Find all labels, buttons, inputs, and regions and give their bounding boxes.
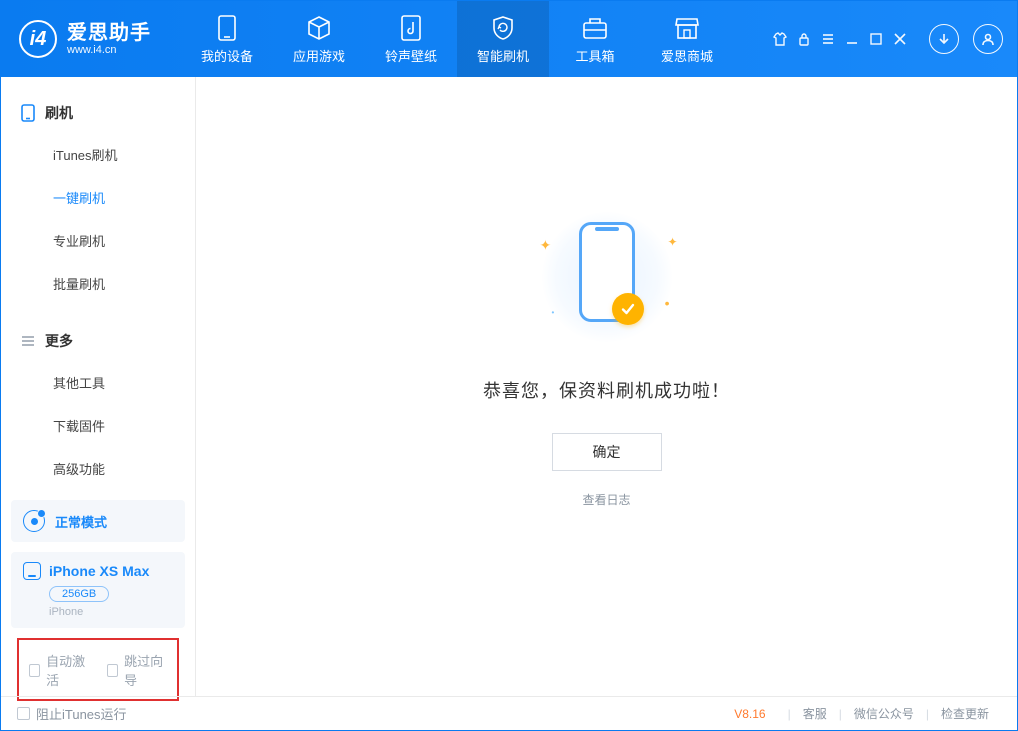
checkbox-auto-activate[interactable]: 自动激活 [29,651,89,689]
tab-toolbox[interactable]: 工具箱 [549,1,641,77]
logo-text: 爱思助手 www.i4.cn [67,22,151,56]
view-log-link[interactable]: 查看日志 [582,491,630,508]
tab-my-device[interactable]: 我的设备 [181,1,273,77]
device-row: iPhone XS Max [23,562,173,580]
checkbox-icon [29,664,40,677]
version-label: V8.16 [734,707,765,721]
tab-apps-games[interactable]: 应用游戏 [273,1,365,77]
brand-url: www.i4.cn [67,44,151,56]
checkbox-icon [17,707,30,720]
tab-label: 爱思商城 [661,46,713,65]
checkbox-label: 自动激活 [46,651,89,689]
success-check-icon [612,293,644,325]
success-message: 恭喜您，保资料刷机成功啦！ [483,377,730,403]
footer: 阻止iTunes运行 V8.16 | 客服 | 微信公众号 | 检查更新 [1,696,1017,730]
phone-icon [213,14,241,42]
mode-box[interactable]: 正常模式 [11,500,185,542]
section-title: 更多 [45,331,73,351]
top-tabs: 我的设备 应用游戏 铃声壁纸 智能刷机 工具箱 爱思商城 [181,1,733,77]
checkbox-block-itunes[interactable]: 阻止iTunes运行 [17,704,127,723]
tab-smart-flash[interactable]: 智能刷机 [457,1,549,77]
tshirt-icon[interactable] [773,32,787,46]
mode-icon [23,510,45,532]
lock-icon[interactable] [797,32,811,46]
sidebar-item-download-firmware[interactable]: 下载固件 [1,404,195,447]
storage-badge: 256GB [49,586,109,602]
footer-link-wechat[interactable]: 微信公众号 [842,705,926,722]
app-window: i4 爱思助手 www.i4.cn 我的设备 应用游戏 铃声壁纸 智能刷机 [0,0,1018,731]
nav-section-flash: 刷机 iTunes刷机 一键刷机 专业刷机 批量刷机 [1,77,195,305]
footer-link-update[interactable]: 检查更新 [929,705,1001,722]
sidebar: 刷机 iTunes刷机 一键刷机 专业刷机 批量刷机 更多 其他工具 下载固件 … [1,77,196,696]
checkbox-skip-guide[interactable]: 跳过向导 [107,651,167,689]
brand-name: 爱思助手 [67,22,151,44]
menu-icon[interactable] [821,32,835,46]
sparkle-icon: • [665,295,670,311]
maximize-icon[interactable] [869,32,883,46]
refresh-shield-icon [489,14,517,42]
checkbox-label: 阻止iTunes运行 [36,704,127,723]
toolbox-icon [581,14,609,42]
logo-icon: i4 [19,20,57,58]
list-icon [21,334,35,348]
device-name: iPhone XS Max [49,563,149,579]
sidebar-item-pro-flash[interactable]: 专业刷机 [1,219,195,262]
tab-label: 铃声壁纸 [385,46,437,65]
download-icon[interactable] [929,24,959,54]
sidebar-item-oneclick-flash[interactable]: 一键刷机 [1,176,195,219]
music-file-icon [397,14,425,42]
titlebar-right [773,24,1003,54]
footer-right: V8.16 | 客服 | 微信公众号 | 检查更新 [734,705,1001,722]
tab-store[interactable]: 爱思商城 [641,1,733,77]
phone-small-icon [21,104,35,122]
cube-icon [305,14,333,42]
logo[interactable]: i4 爱思助手 www.i4.cn [19,20,151,58]
footer-link-service[interactable]: 客服 [791,705,839,722]
titlebar: i4 爱思助手 www.i4.cn 我的设备 应用游戏 铃声壁纸 智能刷机 [1,1,1017,77]
section-header-flash: 刷机 [1,93,195,133]
sidebar-item-itunes-flash[interactable]: iTunes刷机 [1,133,195,176]
sparkle-icon: ✦ [667,235,677,249]
tab-label: 应用游戏 [293,46,345,65]
device-box[interactable]: iPhone XS Max 256GB iPhone [11,552,185,628]
user-icon[interactable] [973,24,1003,54]
tab-label: 我的设备 [201,46,253,65]
device-type: iPhone [49,606,173,618]
mode-label: 正常模式 [55,512,107,531]
tab-label: 智能刷机 [477,46,529,65]
body: 刷机 iTunes刷机 一键刷机 专业刷机 批量刷机 更多 其他工具 下载固件 … [1,77,1017,696]
tab-ringtones[interactable]: 铃声壁纸 [365,1,457,77]
sidebar-item-other-tools[interactable]: 其他工具 [1,361,195,404]
window-controls-extra [773,32,907,46]
section-title: 刷机 [45,103,73,123]
sidebar-item-advanced[interactable]: 高级功能 [1,447,195,490]
tab-label: 工具箱 [575,46,614,65]
device-icon [23,562,41,580]
sidebar-bottom: 正常模式 iPhone XS Max 256GB iPhone 自动激活 [1,490,195,709]
sidebar-item-batch-flash[interactable]: 批量刷机 [1,262,195,305]
store-icon [673,14,701,42]
section-header-more: 更多 [1,321,195,361]
sparkle-icon: • [552,308,555,317]
close-icon[interactable] [893,32,907,46]
nav-section-more: 更多 其他工具 下载固件 高级功能 [1,305,195,490]
sparkle-icon: ✦ [540,237,552,254]
minimize-icon[interactable] [845,32,859,46]
checkbox-label: 跳过向导 [124,651,167,689]
checkbox-icon [107,664,118,677]
success-illustration: ✦ ✦ • • [522,207,692,347]
main-content: ✦ ✦ • • 恭喜您，保资料刷机成功啦！ 确定 查看日志 [196,77,1017,696]
ok-button[interactable]: 确定 [552,433,662,471]
bottom-options: 自动激活 跳过向导 [17,638,179,701]
